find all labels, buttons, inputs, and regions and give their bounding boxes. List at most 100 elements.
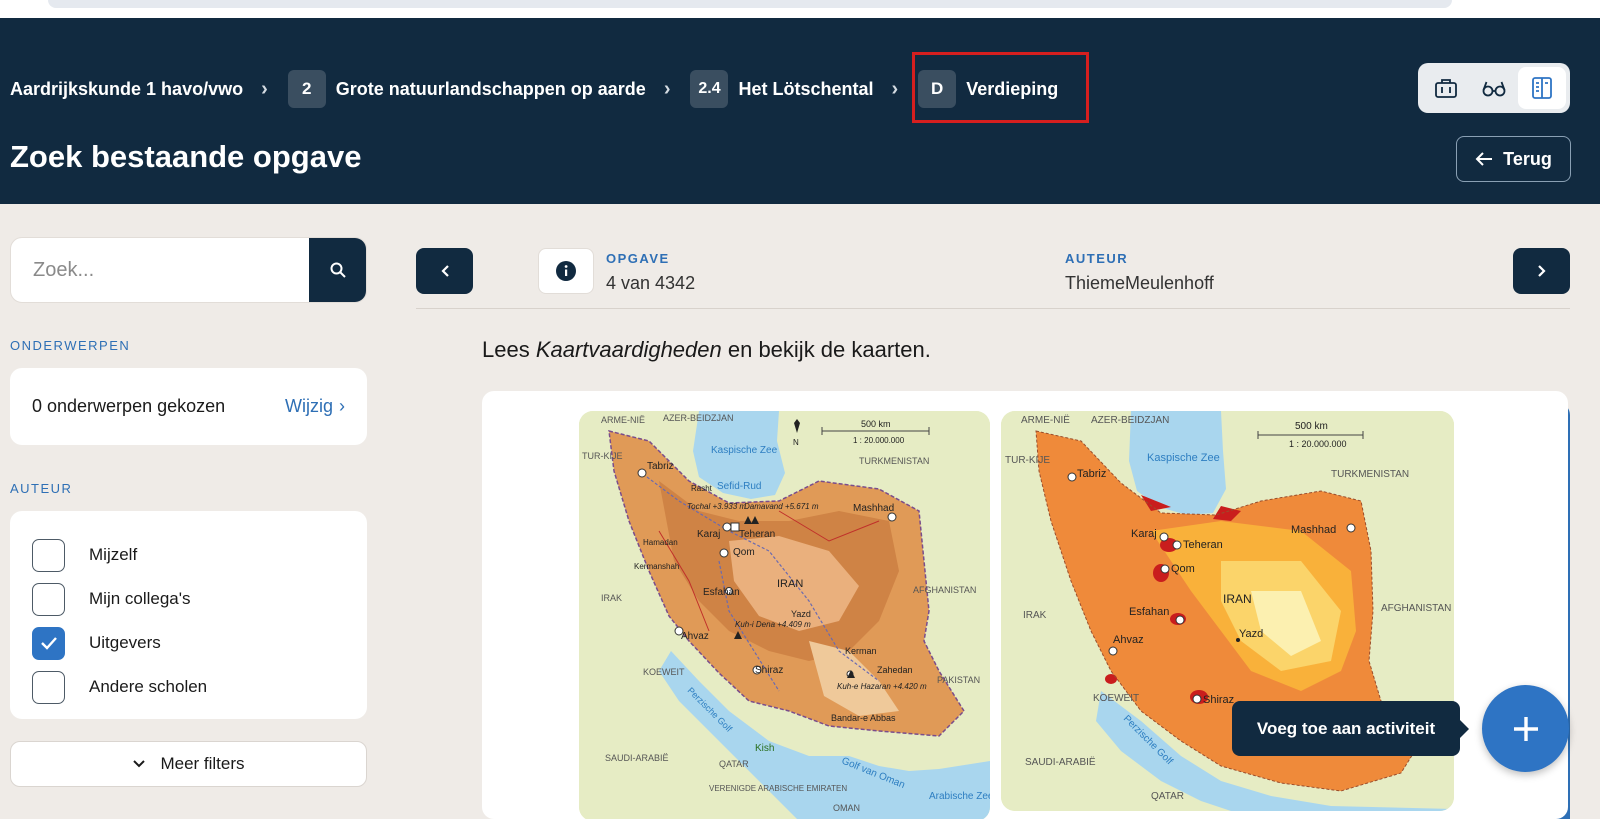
- map-label: Tochal +3.933 m: [687, 502, 746, 511]
- page-title: Zoek bestaande opgave: [10, 139, 362, 174]
- breadcrumb-label: Het Lötschental: [738, 78, 874, 99]
- chevron-right-icon: ›: [663, 77, 671, 100]
- map-label: IRAK: [601, 593, 622, 603]
- checkbox[interactable]: [32, 582, 65, 616]
- briefcase-icon[interactable]: [1422, 67, 1470, 109]
- map-label: QATAR: [1151, 791, 1184, 802]
- map-label: Bandar-e Abbas: [831, 713, 896, 723]
- map-label: SAUDI-ARABIË: [1025, 756, 1096, 768]
- map-label: Qom: [733, 547, 755, 558]
- map-label: Tabriz: [1077, 468, 1106, 480]
- map-label: AFGHANISTAN: [913, 585, 976, 595]
- map-label: Kaspische Zee: [1147, 452, 1220, 464]
- next-button[interactable]: [1513, 248, 1570, 294]
- map-label: Teheran: [1183, 539, 1223, 551]
- meer-filters-button[interactable]: Meer filters: [10, 741, 367, 787]
- auteur-meta-value: ThiemeMeulenhoff: [1065, 273, 1214, 293]
- back-button[interactable]: Terug: [1456, 136, 1571, 182]
- fab-tooltip-label: Voeg toe aan activiteit: [1256, 718, 1436, 738]
- map-label: IRAK: [1023, 610, 1047, 621]
- map-label: Damavand +5.671 m: [744, 502, 819, 511]
- map-label: PAKISTAN: [937, 675, 980, 685]
- checkbox[interactable]: [32, 538, 65, 572]
- map-label: Shiraz: [1203, 694, 1234, 706]
- add-to-activity-button[interactable]: [1482, 685, 1569, 772]
- map-label: Esfahan: [1129, 606, 1169, 618]
- opgave-value: 4 van 4342: [606, 273, 696, 293]
- checkbox-row-uitgevers[interactable]: Uitgevers: [32, 621, 367, 665]
- map-label: Qom: [1171, 563, 1195, 575]
- checkmark-icon: [40, 637, 57, 650]
- map-label: KOEWEIT: [643, 667, 685, 677]
- map-label: AZER-BEIDZJAN: [1091, 415, 1169, 426]
- breadcrumb-item-paragraph[interactable]: 2.4 Het Lötschental: [690, 70, 874, 108]
- map-label: SAUDI-ARABIË: [605, 753, 669, 763]
- instruction-part: Lees: [482, 337, 536, 362]
- map-label: Ahvaz: [681, 631, 709, 642]
- highlight-box: [912, 52, 1089, 123]
- checkbox[interactable]: [32, 670, 65, 704]
- map-label: Ahvaz: [1113, 634, 1144, 646]
- map-label: AZER-BEIDZJAN: [663, 413, 734, 423]
- auteur-heading: AUTEUR: [10, 481, 73, 496]
- onderwerpen-heading: ONDERWERPEN: [10, 338, 131, 353]
- checkbox-label: Mijzelf: [89, 545, 138, 564]
- onderwerpen-value: 0 onderwerpen gekozen: [32, 396, 226, 416]
- map-label: Karaj: [1131, 528, 1157, 540]
- info-button[interactable]: [538, 248, 594, 294]
- info-icon: [556, 261, 576, 281]
- map-label: TUR-KIJE: [1005, 455, 1050, 466]
- physical-map-iran: ARME-NIË AZER-BEIDZJAN TUR-KIJE Kaspisch…: [579, 411, 990, 819]
- map-label: Teheran: [739, 529, 775, 540]
- previous-button[interactable]: [416, 248, 473, 294]
- breadcrumb: Aardrijkskunde 1 havo/vwo › 2 Grote natu…: [10, 70, 1058, 108]
- map-ratio: 1 : 20.000.000: [853, 436, 905, 445]
- map-label: AFGHANISTAN: [1381, 603, 1451, 614]
- glasses-icon[interactable]: [1470, 67, 1518, 109]
- checkbox-row-mijzelf[interactable]: Mijzelf: [32, 533, 367, 577]
- wijzig-link[interactable]: Wijzig ›: [285, 396, 345, 417]
- top-search-bar[interactable]: [48, 0, 1452, 8]
- instruction-text: Lees Kaartvaardigheden en bekijk de kaar…: [482, 337, 931, 363]
- map-label: Kaspische Zee: [711, 445, 778, 456]
- auteur-meta-label: AUTEUR: [1065, 251, 1129, 266]
- instruction-part: en bekijk de kaarten.: [721, 337, 931, 362]
- instruction-emphasis: Kaartvaardigheden: [535, 337, 722, 362]
- map-label: Hamadan: [643, 538, 678, 547]
- map-label: Sefid-Rud: [717, 481, 761, 492]
- map-label: N: [793, 438, 799, 447]
- chevron-right-icon: ›: [261, 77, 268, 100]
- map-label: VERENIGDE ARABISCHE EMIRATEN: [709, 784, 847, 793]
- map-label: ARME-NIË: [601, 415, 645, 425]
- checkbox-row-collegas[interactable]: Mijn collega's: [32, 577, 367, 621]
- checkbox-checked[interactable]: [32, 626, 65, 660]
- opgave-label: OPGAVE: [606, 251, 670, 266]
- chevron-down-icon: [133, 760, 146, 768]
- map-label: TURKMENISTAN: [859, 456, 929, 466]
- chevron-right-icon: ›: [339, 396, 345, 416]
- chevron-right-icon: [1537, 265, 1546, 277]
- book-columns-icon[interactable]: [1518, 67, 1566, 109]
- wijzig-label: Wijzig: [285, 396, 333, 416]
- map-label: KOEWEIT: [1093, 693, 1139, 704]
- map-label: Kuh-e Hazaran +4.420 m: [837, 682, 927, 691]
- meer-filters-label: Meer filters: [160, 754, 245, 773]
- onderwerpen-card: 0 onderwerpen gekozen Wijzig ›: [10, 368, 367, 445]
- map-label: Kuh-i Dena +4.409 m: [735, 620, 811, 629]
- map-label: Arabische Zee: [929, 791, 990, 802]
- map-label: Rasht: [691, 484, 713, 493]
- breadcrumb-badge: 2.4: [690, 70, 729, 108]
- map-label: Kermanshah: [634, 562, 679, 571]
- search-box: [10, 237, 367, 303]
- map-scale: 500 km: [861, 419, 891, 429]
- map-label: IRAN: [777, 578, 803, 590]
- breadcrumb-item-course[interactable]: Aardrijkskunde 1 havo/vwo: [10, 79, 243, 100]
- search-input[interactable]: [11, 238, 311, 302]
- map-label: Karaj: [697, 529, 720, 540]
- search-button[interactable]: [309, 238, 366, 302]
- map-label: Esfahan: [703, 587, 740, 598]
- map-label: Yazd: [1239, 628, 1263, 640]
- map-label: TUR-KIJE: [582, 451, 623, 461]
- checkbox-row-andere-scholen[interactable]: Andere scholen: [32, 665, 367, 709]
- breadcrumb-item-chapter[interactable]: 2 Grote natuurlandschappen op aarde: [287, 70, 646, 108]
